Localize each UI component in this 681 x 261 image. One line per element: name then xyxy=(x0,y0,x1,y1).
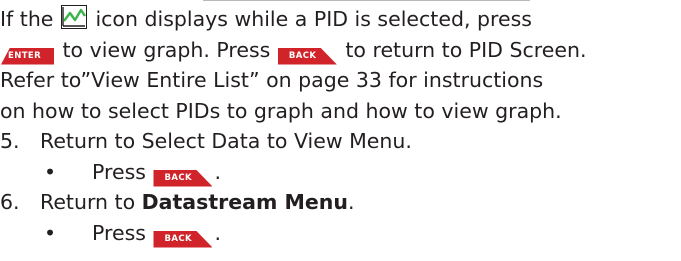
bullet: • xyxy=(44,220,57,245)
instruction-text: If the icon displays while a PID is sele… xyxy=(0,4,681,248)
paragraph-line-2: ENTER to view graph. Press BACK to retur… xyxy=(0,35,681,66)
text-segment: If the xyxy=(0,7,60,31)
paragraph-line-1: If the icon displays while a PID is sele… xyxy=(0,4,681,35)
back-key-icon: BACK xyxy=(277,47,337,65)
step-text: . xyxy=(347,190,355,214)
step-text: Return to Select Data to View Menu. xyxy=(40,129,412,153)
step-5: 5. Return to Select Data to View Menu. xyxy=(0,126,681,157)
bullet-tail: . xyxy=(214,159,222,184)
step-number: 5. xyxy=(0,129,20,153)
bullet-text: Press xyxy=(92,159,153,184)
text-segment: to return to PID Screen. xyxy=(338,37,587,62)
bullet-text: Press xyxy=(92,220,153,245)
enter-key-icon: ENTER xyxy=(1,47,54,65)
bullet-tail: . xyxy=(214,220,222,245)
step-5-bullet: • Press BACK. xyxy=(0,157,681,188)
step-text-bold: Datastream Menu xyxy=(141,190,348,214)
back-key-icon: BACK xyxy=(153,230,213,248)
text-segment: icon displays while a PID is selected, p… xyxy=(88,7,532,31)
step-6: 6. Return to Datastream Menu. xyxy=(0,187,681,218)
header-rule xyxy=(203,0,530,1)
step-text: Return to xyxy=(40,190,142,214)
paragraph-line-4: on how to select PIDs to graph and how t… xyxy=(0,98,562,123)
graph-icon xyxy=(60,5,87,29)
step-6-bullet: • Press BACK. xyxy=(0,218,681,249)
paragraph-line-3: Refer to”View Entire List” on page 33 fo… xyxy=(0,68,544,92)
text-segment: to view graph. Press xyxy=(56,37,277,62)
bullet: • xyxy=(44,159,57,184)
step-number: 6. xyxy=(0,190,20,214)
back-key-icon: BACK xyxy=(153,169,213,187)
